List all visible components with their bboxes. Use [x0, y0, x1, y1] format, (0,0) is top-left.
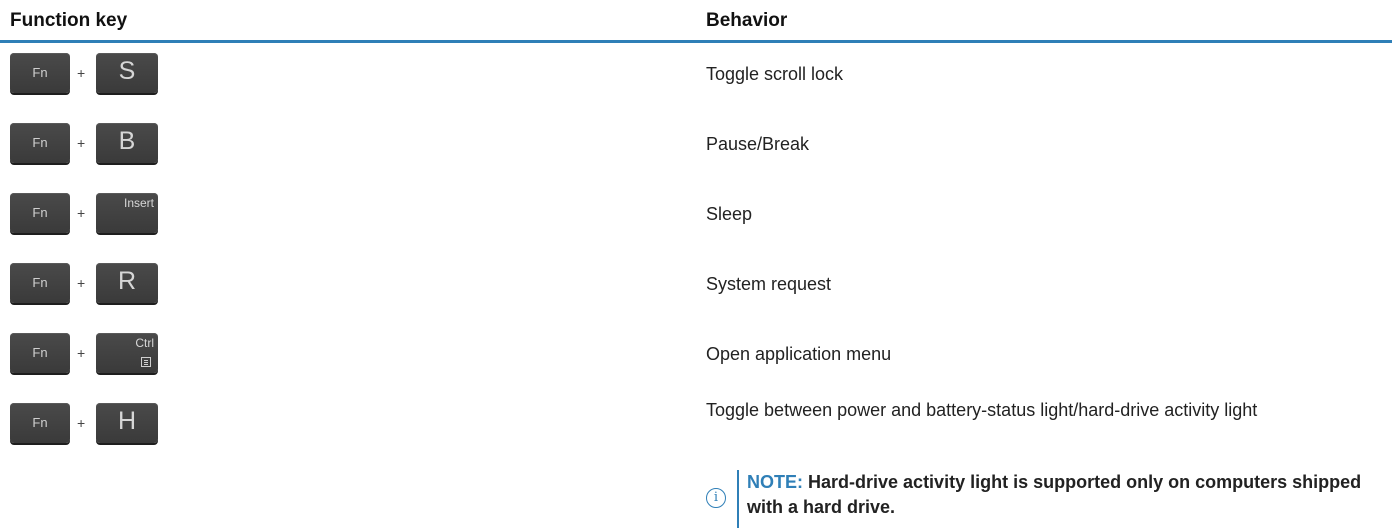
behavior-text: Open application menu	[706, 344, 892, 364]
note-body: Hard-drive activity light is supported o…	[747, 472, 1362, 517]
info-icon: i	[706, 488, 726, 508]
table-header: Function key Behavior	[0, 0, 1400, 44]
table-row: Fn + H Toggle between power and battery-…	[0, 394, 1400, 464]
plus-sign: +	[77, 415, 86, 431]
fn-key: Fn	[10, 333, 70, 373]
table-row: Fn + R System request	[0, 254, 1400, 324]
behavior-header: Behavior	[706, 10, 788, 31]
ctrl-key: Ctrl	[96, 333, 158, 373]
fn-key: Fn	[10, 403, 70, 443]
note-text: NOTE: Hard-drive activity light is suppo…	[747, 470, 1367, 520]
menu-icon	[141, 357, 151, 367]
h-key: H	[96, 403, 158, 443]
table-row: Fn + B Pause/Break	[0, 114, 1400, 184]
plus-sign: +	[77, 65, 86, 81]
behavior-text: Toggle scroll lock	[706, 64, 844, 84]
behavior-text: Toggle between power and battery-status …	[706, 400, 1258, 420]
s-key: S	[96, 53, 158, 93]
fn-key: Fn	[10, 53, 70, 93]
behavior-text: Pause/Break	[706, 134, 810, 154]
fn-key: Fn	[10, 263, 70, 303]
header-divider	[0, 40, 1392, 43]
b-key: B	[96, 123, 158, 163]
r-key: R	[96, 263, 158, 303]
behavior-text: System request	[706, 274, 832, 294]
table-row: Fn + Ctrl Open application menu	[0, 324, 1400, 394]
fn-key: Fn	[10, 123, 70, 163]
function-key-header: Function key	[10, 10, 128, 31]
plus-sign: +	[77, 205, 86, 221]
insert-key: Insert	[96, 193, 158, 233]
plus-sign: +	[77, 135, 86, 151]
table-row: Fn + S Toggle scroll lock	[0, 44, 1400, 114]
table-row: Fn + Insert Sleep	[0, 184, 1400, 254]
behavior-text: Sleep	[706, 204, 753, 224]
plus-sign: +	[77, 275, 86, 291]
note-bar	[737, 470, 739, 528]
fn-key: Fn	[10, 193, 70, 233]
note-label: NOTE:	[747, 472, 803, 492]
plus-sign: +	[77, 345, 86, 361]
